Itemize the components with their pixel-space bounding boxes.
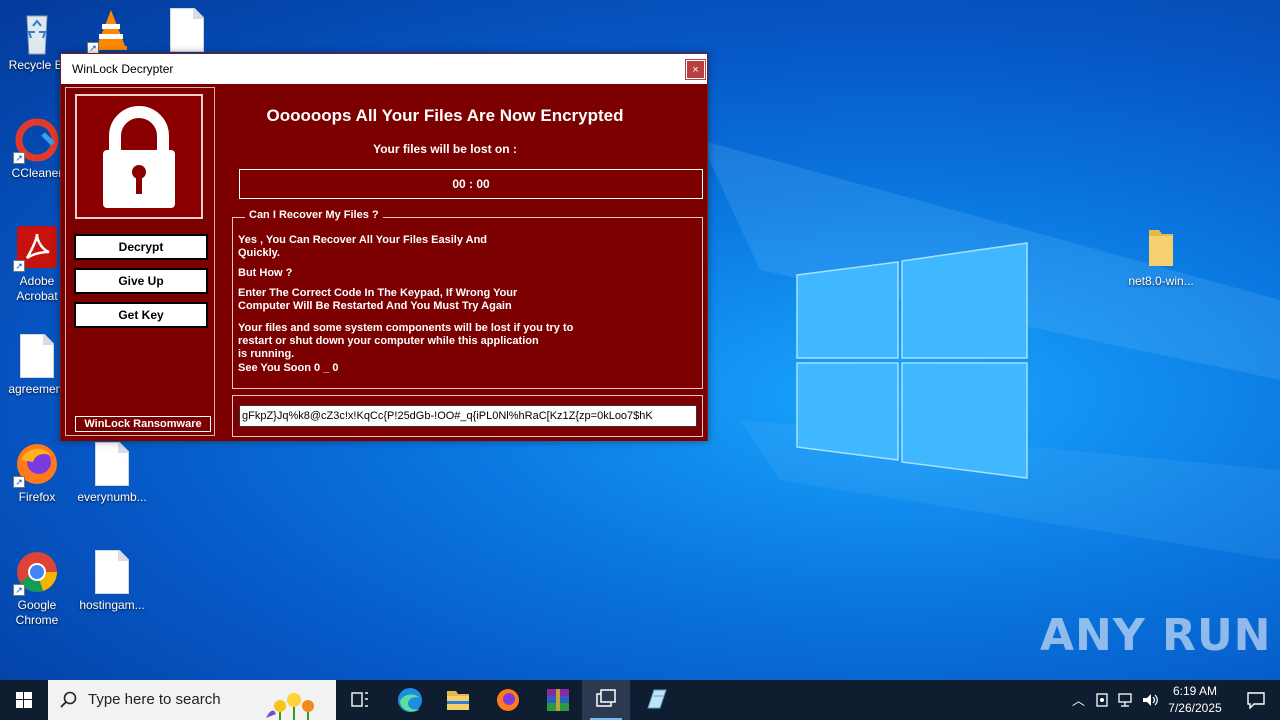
shortcut-arrow-icon: ↗: [13, 260, 25, 272]
taskbar-winrar[interactable]: [534, 680, 582, 720]
desktop-icon-vlc[interactable]: ↗: [74, 6, 148, 56]
desktop-icon-hostingam[interactable]: hostingam...: [75, 548, 149, 613]
brand-label: WinLock Ransomware: [75, 416, 211, 432]
edge-icon: [398, 688, 422, 712]
search-highlight-flowers-icon: [266, 693, 314, 720]
desktop-icon-label: hostingam...: [79, 598, 145, 612]
anyrun-watermark: ANY RUN: [1040, 610, 1272, 661]
close-button[interactable]: ×: [685, 59, 706, 80]
vlc-cone-icon: ↗: [87, 6, 135, 54]
window-title: WinLock Decrypter: [72, 62, 174, 76]
watermark-text: ANY RUN: [1040, 610, 1272, 661]
key-input[interactable]: gFkpZ}Jq%k8@cZ3c!x!KqCc{P!25dGb-!OO#_q{i…: [239, 405, 697, 427]
lost-on-label: Your files will be lost on :: [373, 142, 517, 156]
windows-start-icon: [16, 692, 32, 708]
get-key-button[interactable]: Get Key: [74, 302, 208, 328]
desktop-icon-label: Firefox: [18, 490, 56, 504]
desktop-icon-label: Google Chrome: [15, 598, 59, 627]
decrypt-button[interactable]: Decrypt: [74, 234, 208, 260]
message-yes: Yes , You Can Recover All Your Files Eas…: [238, 234, 488, 259]
system-tray: ︿: [1070, 680, 1160, 720]
device-icon[interactable]: [1094, 692, 1110, 708]
recycle-bin-icon: [13, 8, 61, 56]
notification-icon: [1247, 692, 1265, 709]
shortcut-arrow-icon: ↗: [13, 584, 25, 596]
recover-info-group: Can I Recover My Files ? Yes , You Can R…: [232, 209, 703, 389]
clock-date: 7/26/2025: [1168, 701, 1222, 715]
taskbar-firefox[interactable]: [484, 680, 532, 720]
desktop-icon-net8-folder[interactable]: net8.0-win...: [1124, 224, 1198, 289]
network-icon[interactable]: [1118, 692, 1134, 708]
taskbar-search-box[interactable]: Type here to search: [48, 680, 336, 720]
folder-icon: [1137, 224, 1185, 272]
file-icon: [170, 8, 204, 52]
desktop-icon-firefox[interactable]: ↗ Firefox: [0, 440, 74, 505]
message-warning: Your files and some system components wi…: [238, 322, 574, 360]
folder-icon: [447, 691, 469, 710]
task-view-icon: [351, 692, 368, 707]
taskbar-notepad[interactable]: [632, 680, 680, 720]
winlock-window: WinLock Decrypter × Decrypt Give Up Get …: [60, 53, 708, 441]
notification-button[interactable]: [1232, 680, 1280, 720]
padlock-icon: [75, 94, 203, 219]
headline: Oooooops All Your Files Are Now Encrypte…: [266, 106, 624, 125]
window-body: Decrypt Give Up Get Key WinLock Ransomwa…: [61, 84, 707, 441]
file-icon: [20, 334, 54, 378]
start-button[interactable]: [0, 680, 48, 720]
taskbar-clock[interactable]: 6:19 AM 7/26/2025: [1160, 683, 1230, 717]
left-panel: Decrypt Give Up Get Key WinLock Ransomwa…: [65, 87, 215, 436]
ccleaner-icon: ↗: [13, 116, 61, 164]
clock-time: 6:19 AM: [1172, 684, 1218, 698]
message-but-how: But How ?: [238, 267, 293, 279]
desktop-icon-file[interactable]: [150, 6, 224, 52]
taskbar-winlock[interactable]: [582, 680, 630, 720]
search-icon: [60, 691, 77, 708]
acrobat-icon: ↗: [13, 224, 61, 272]
recover-legend: Can I Recover My Files ?: [245, 209, 383, 221]
desktop-icon-label: net8.0-win...: [1128, 274, 1194, 288]
windows-logo-wallpaper: [796, 242, 1028, 479]
desktop-icon-label: everynumb...: [77, 490, 147, 504]
volume-icon[interactable]: [1142, 692, 1160, 708]
firefox-icon: ↗: [13, 440, 61, 488]
chevron-up-icon[interactable]: ︿: [1072, 690, 1085, 709]
window-titlebar[interactable]: WinLock Decrypter ×: [61, 54, 707, 84]
desktop-icon-everynumb[interactable]: everynumb...: [75, 440, 149, 505]
chrome-icon: ↗: [13, 548, 61, 596]
file-icon: [95, 442, 129, 486]
taskbar-edge[interactable]: [386, 680, 434, 720]
taskbar-task-view[interactable]: [336, 680, 384, 720]
search-placeholder: Type here to search: [88, 691, 221, 708]
shortcut-arrow-icon: ↗: [13, 152, 25, 164]
message-instructions: Enter The Correct Code In The Keypad, If…: [238, 287, 518, 312]
taskbar-file-explorer[interactable]: [434, 680, 482, 720]
winrar-icon: [547, 689, 569, 711]
taskbar: Type here to search ︿ 6:19 AM 7/26/2025: [0, 680, 1280, 720]
desktop-icon-google-chrome[interactable]: ↗ Google Chrome: [0, 548, 74, 628]
key-group: gFkpZ}Jq%k8@cZ3c!x!KqCc{P!25dGb-!OO#_q{i…: [232, 395, 703, 437]
notepad-icon: [647, 689, 667, 709]
countdown-timer: 00 : 00: [239, 169, 703, 199]
message-see-you: See You Soon 0 _ 0: [238, 362, 339, 374]
firefox-icon: [497, 689, 519, 711]
give-up-button[interactable]: Give Up: [74, 268, 208, 294]
shortcut-arrow-icon: ↗: [13, 476, 25, 488]
file-icon: [95, 550, 129, 594]
app-window-icon: [596, 689, 616, 707]
